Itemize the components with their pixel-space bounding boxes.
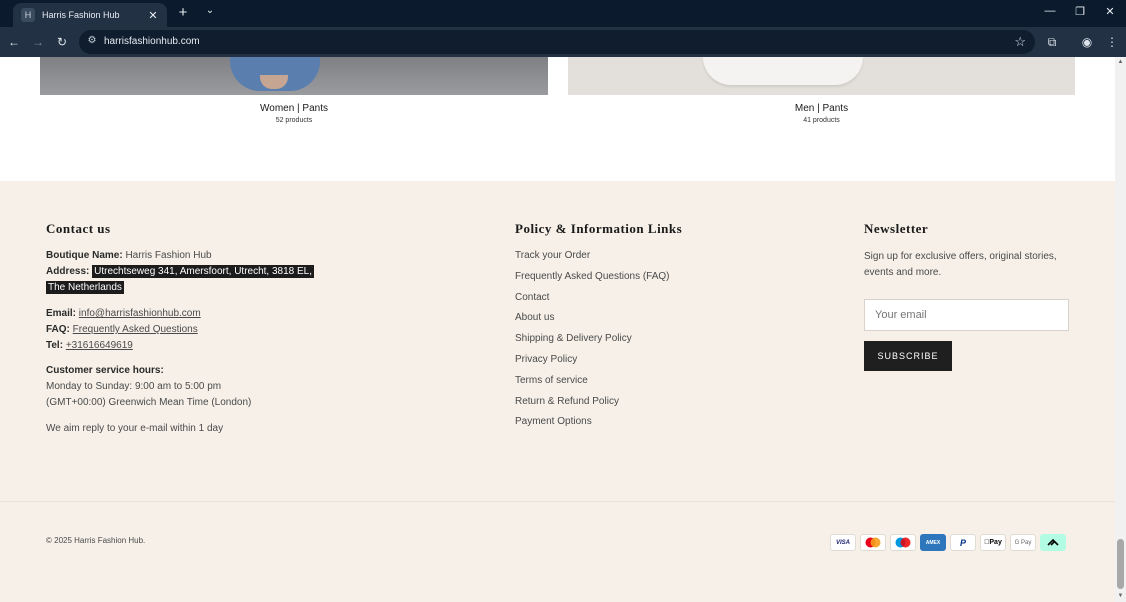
address-label: Address: xyxy=(46,266,90,277)
mastercard-icon xyxy=(860,534,886,551)
address-bar[interactable]: ⚙ harrisfashionhub.com ☆ xyxy=(79,30,1035,54)
collection-count: 52 products xyxy=(275,117,313,124)
contact-heading: Contact us xyxy=(46,221,111,236)
apple-pay-icon: Pay xyxy=(980,534,1006,551)
policy-links-list: Track your Order Frequently Asked Questi… xyxy=(515,249,670,436)
hours-line-2: (GMT+00:00) Greenwich Mean Time (London) xyxy=(46,397,252,408)
address-line-2: The Netherlands xyxy=(46,280,466,296)
browser-tab-strip: H Harris Fashion Hub ✕ + ⌄ — ❐ ✕ xyxy=(0,0,1126,27)
page-viewport: Women | Pants 52 products Men | Pants 41… xyxy=(0,57,1126,602)
collection-name[interactable]: Women | Pants xyxy=(40,103,548,114)
minimize-icon[interactable]: — xyxy=(1043,5,1057,17)
reply-note: We aim reply to your e-mail within 1 day xyxy=(46,423,224,434)
email-link[interactable]: info@harrisfashionhub.com xyxy=(79,308,201,319)
policy-link-faq[interactable]: Frequently Asked Questions (FAQ) xyxy=(515,270,670,291)
hours-label: Customer service hours: xyxy=(46,365,164,376)
url-text[interactable]: harrisfashionhub.com xyxy=(104,36,200,47)
address-value-line1: Utrechtseweg 341, Amersfoort, Utrecht, 3… xyxy=(92,265,315,278)
tel-label: Tel: xyxy=(46,340,64,351)
browser-toolbar: ← → ↻ ⚙ harrisfashionhub.com ☆ ⧉ ◉ ⋮ xyxy=(0,27,1126,57)
tab-title: Harris Fashion Hub xyxy=(42,10,120,20)
shoe-graphic xyxy=(703,57,863,85)
policy-link-shipping[interactable]: Shipping & Delivery Policy xyxy=(515,332,670,353)
google-pay-icon: G Pay xyxy=(1010,534,1036,551)
tel-line: Tel: +31616649619 xyxy=(46,338,466,354)
policy-heading: Policy & Information Links xyxy=(515,221,683,236)
newsletter-heading: Newsletter xyxy=(864,221,929,236)
maestro-icon xyxy=(890,534,916,551)
boutique-name-label: Boutique Name: xyxy=(46,250,123,261)
close-window-icon[interactable]: ✕ xyxy=(1103,5,1117,18)
forward-icon[interactable]: → xyxy=(30,34,46,50)
site-info-icon[interactable]: ⚙ xyxy=(86,35,98,47)
hours-label-line: Customer service hours: xyxy=(46,363,466,379)
newsletter-email-input[interactable] xyxy=(864,299,1069,331)
collection-image[interactable] xyxy=(568,57,1075,95)
policy-link-refund[interactable]: Return & Refund Policy xyxy=(515,395,670,416)
scrollbar-thumb[interactable] xyxy=(1117,539,1124,589)
email-label: Email: xyxy=(46,308,77,319)
paypal-icon: P xyxy=(950,534,976,551)
restore-icon[interactable]: ❐ xyxy=(1073,5,1087,18)
address-line: Address: Utrechtseweg 341, Amersfoort, U… xyxy=(46,264,466,280)
bookmark-star-icon[interactable]: ☆ xyxy=(1014,34,1026,50)
browser-tab[interactable]: H Harris Fashion Hub ✕ xyxy=(13,3,167,27)
afterpay-icon xyxy=(1040,534,1066,551)
new-tab-icon[interactable]: + xyxy=(176,5,190,21)
site-footer: Contact us Boutique Name: Harris Fashion… xyxy=(0,181,1115,602)
close-tab-icon[interactable]: ✕ xyxy=(147,9,159,22)
profile-icon[interactable]: ◉ xyxy=(1079,34,1095,50)
address-value-line2: The Netherlands xyxy=(46,281,124,294)
tel-link[interactable]: +31616649619 xyxy=(66,340,133,351)
collection-card-women-pants[interactable]: Women | Pants 52 products xyxy=(40,57,548,124)
collection-card-men-pants[interactable]: Men | Pants 41 products xyxy=(568,57,1075,124)
policy-link-payment-options[interactable]: Payment Options xyxy=(515,415,670,436)
page-scrollbar[interactable]: ▲ ▼ xyxy=(1115,57,1126,602)
footer-divider xyxy=(0,501,1115,502)
site-favicon-icon: H xyxy=(21,8,35,22)
collection-image[interactable] xyxy=(40,57,548,95)
faq-line: FAQ: Frequently Asked Questions xyxy=(46,322,466,338)
payment-methods: VISA AMEX P Pay G Pay xyxy=(830,534,1066,551)
boutique-name-value: Harris Fashion Hub xyxy=(125,250,212,261)
hours-line-1: Monday to Sunday: 9:00 am to 5:00 pm xyxy=(46,381,222,392)
email-line: Email: info@harrisfashionhub.com xyxy=(46,306,466,322)
visa-icon: VISA xyxy=(830,534,856,551)
scroll-down-icon[interactable]: ▼ xyxy=(1116,592,1125,601)
policy-link-about[interactable]: About us xyxy=(515,311,670,332)
tab-search-chevron-down-icon[interactable]: ⌄ xyxy=(204,5,216,16)
extensions-icon[interactable]: ⧉ xyxy=(1044,34,1060,50)
faq-label: FAQ: xyxy=(46,324,70,335)
boutique-name-line: Boutique Name: Harris Fashion Hub xyxy=(46,248,466,264)
faq-link[interactable]: Frequently Asked Questions xyxy=(73,324,198,335)
collection-name[interactable]: Men | Pants xyxy=(568,103,1075,114)
back-icon[interactable]: ← xyxy=(6,34,22,50)
reload-icon[interactable]: ↻ xyxy=(54,34,70,50)
amex-icon: AMEX xyxy=(920,534,946,551)
menu-icon[interactable]: ⋮ xyxy=(1104,34,1120,50)
subscribe-button[interactable]: SUBSCRIBE xyxy=(864,341,952,371)
scroll-up-icon[interactable]: ▲ xyxy=(1116,58,1125,67)
newsletter-description: Sign up for exclusive offers, original s… xyxy=(864,251,1057,278)
collection-count: 41 products xyxy=(803,117,840,124)
policy-link-track-order[interactable]: Track your Order xyxy=(515,249,670,270)
policy-link-contact[interactable]: Contact xyxy=(515,291,670,312)
policy-link-privacy[interactable]: Privacy Policy xyxy=(515,353,670,374)
policy-link-terms[interactable]: Terms of service xyxy=(515,374,670,395)
copyright-text: © 2025 Harris Fashion Hub. xyxy=(46,536,146,545)
